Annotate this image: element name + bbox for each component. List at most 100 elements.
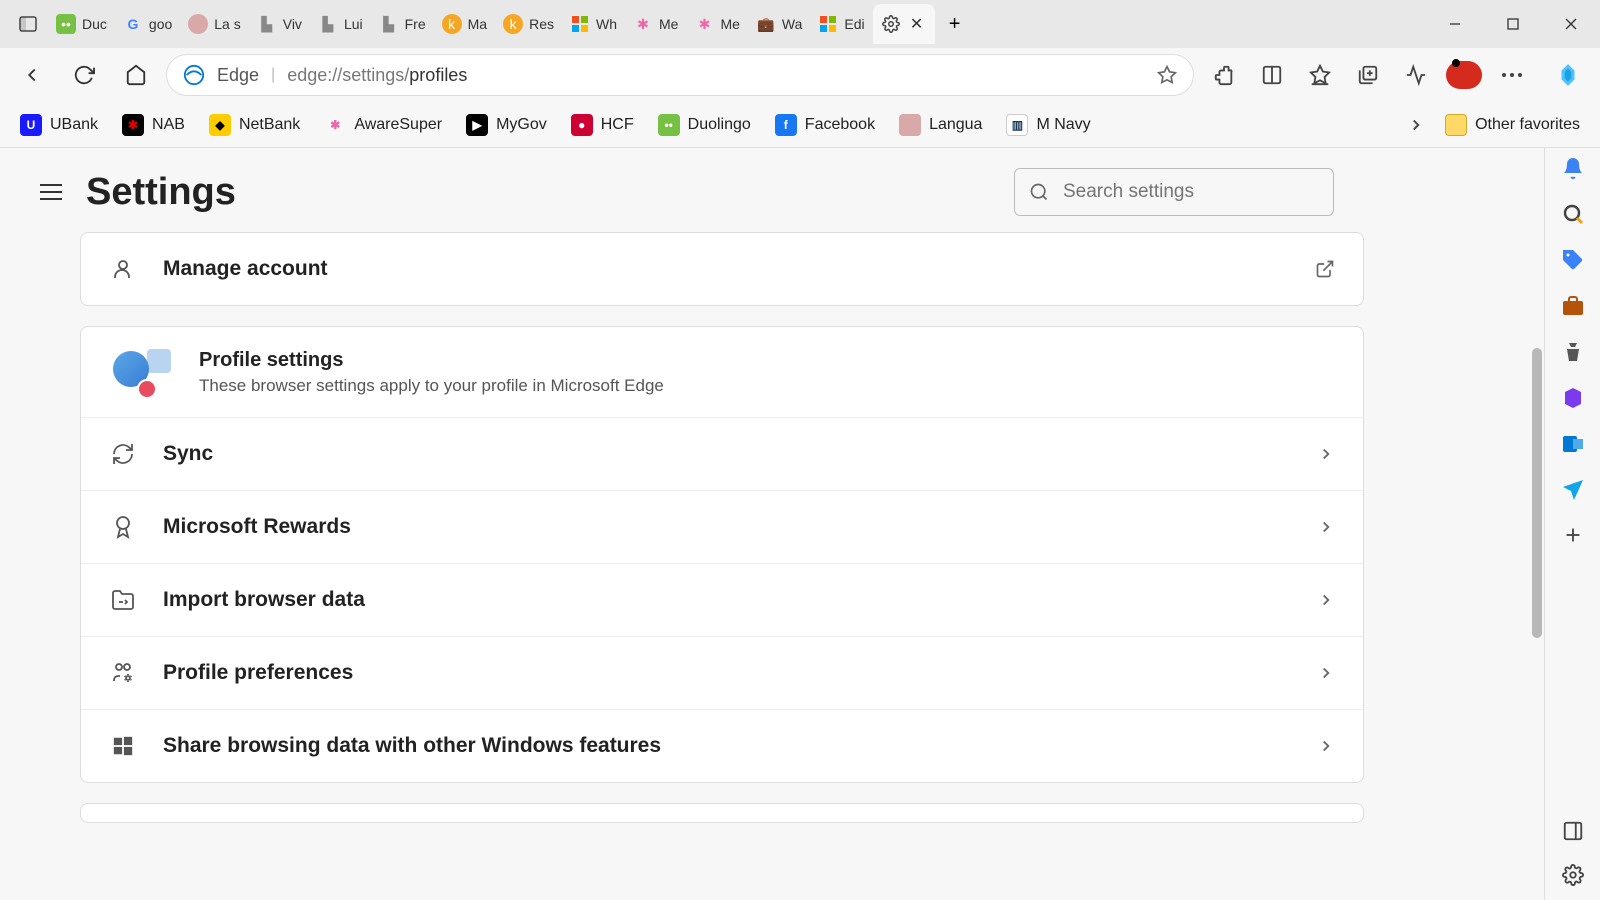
page-title: Settings: [86, 171, 236, 214]
tab-strip: ••Duc Ggoo La s ▙Viv ▙Lui ▙Fre kMa kRes …: [0, 0, 1600, 48]
search-sidebar-icon[interactable]: [1561, 202, 1585, 226]
favorite-item[interactable]: ●HCF: [561, 108, 644, 142]
new-tab-button[interactable]: +: [935, 4, 975, 44]
tab-active[interactable]: ✕: [873, 4, 935, 44]
tab[interactable]: kRes: [495, 4, 562, 44]
chevron-right-icon: [1317, 664, 1335, 682]
refresh-button[interactable]: [62, 53, 106, 97]
back-button[interactable]: [10, 53, 54, 97]
copilot-button[interactable]: [1546, 53, 1590, 97]
sync-row[interactable]: Sync: [81, 418, 1363, 491]
performance-button[interactable]: [1394, 53, 1438, 97]
scrollbar-thumb[interactable]: [1532, 348, 1542, 638]
favorite-item[interactable]: UUBank: [10, 108, 108, 142]
chevron-right-icon: [1317, 445, 1335, 463]
tab[interactable]: ••Duc: [48, 4, 115, 44]
favorites-overflow-button[interactable]: [1407, 116, 1425, 134]
rewards-icon: [109, 513, 137, 541]
edge-sidebar: [1544, 148, 1600, 900]
profile-settings-card: Profile settings These browser settings …: [80, 326, 1364, 783]
tab[interactable]: ✱Me: [625, 4, 686, 44]
person-icon: [109, 255, 137, 283]
tab[interactable]: ▙Viv: [249, 4, 310, 44]
tab[interactable]: kMa: [434, 4, 495, 44]
favorite-item[interactable]: Langua: [889, 108, 992, 142]
tab-label: goo: [149, 16, 172, 32]
close-window-button[interactable]: [1542, 0, 1600, 48]
tab-label: Viv: [283, 16, 302, 32]
section-description: These browser settings apply to your pro…: [199, 376, 664, 396]
tab-label: Edi: [844, 16, 864, 32]
rewards-row[interactable]: Microsoft Rewards: [81, 491, 1363, 564]
tab[interactable]: ✱Me: [686, 4, 747, 44]
search-input[interactable]: [1063, 181, 1319, 203]
search-icon: [1029, 182, 1049, 202]
address-bar[interactable]: Edge | edge://settings/profiles: [166, 54, 1194, 96]
briefcase-icon[interactable]: [1561, 294, 1585, 318]
favorite-item[interactable]: ▶MyGov: [456, 108, 557, 142]
tab[interactable]: ▙Fre: [371, 4, 434, 44]
split-screen-button[interactable]: [1250, 53, 1294, 97]
tab-label: Me: [659, 16, 678, 32]
search-box[interactable]: [1014, 168, 1334, 216]
tab-label: Lui: [344, 16, 363, 32]
sync-icon: [109, 440, 137, 468]
address-prefix: Edge: [217, 65, 259, 86]
sidebar-settings-icon[interactable]: [1562, 864, 1584, 886]
menu-button[interactable]: [1490, 53, 1534, 97]
tab[interactable]: Wh: [562, 4, 625, 44]
external-link-icon: [1315, 259, 1335, 279]
row-label: Microsoft Rewards: [163, 515, 1291, 539]
office-icon[interactable]: [1561, 386, 1585, 410]
maximize-button[interactable]: [1484, 0, 1542, 48]
share-data-row[interactable]: Share browsing data with other Windows f…: [81, 710, 1363, 782]
tab[interactable]: 💼Wa: [748, 4, 810, 44]
favorite-item[interactable]: ✱NAB: [112, 108, 195, 142]
preferences-icon: [109, 659, 137, 687]
tab-label: La s: [214, 16, 240, 32]
home-button[interactable]: [114, 53, 158, 97]
edge-logo-icon: [183, 64, 205, 86]
minimize-button[interactable]: [1426, 0, 1484, 48]
sidebar-toggle-icon[interactable]: [1562, 820, 1584, 842]
tab-label: Duc: [82, 16, 107, 32]
favorite-item[interactable]: ▥M Navy: [996, 108, 1100, 142]
gear-icon: [881, 14, 901, 34]
address-url: edge://settings/profiles: [287, 65, 467, 86]
favorite-item[interactable]: ✱AwareSuper: [314, 108, 452, 142]
shopping-tag-icon[interactable]: [1561, 248, 1585, 272]
tab[interactable]: Edi: [810, 4, 872, 44]
toolbar: Edge | edge://settings/profiles: [0, 48, 1600, 102]
bell-icon[interactable]: [1561, 156, 1585, 180]
import-row[interactable]: Import browser data: [81, 564, 1363, 637]
favorite-item[interactable]: ••Duolingo: [648, 108, 761, 142]
preferences-row[interactable]: Profile preferences: [81, 637, 1363, 710]
add-sidebar-icon[interactable]: [1562, 524, 1584, 546]
profile-avatar[interactable]: [1442, 53, 1486, 97]
drop-icon[interactable]: [1561, 478, 1585, 502]
chevron-right-icon: [1317, 737, 1335, 755]
collections-button[interactable]: [1346, 53, 1390, 97]
row-label: Share browsing data with other Windows f…: [163, 734, 1291, 758]
tab-actions-button[interactable]: [8, 4, 48, 44]
tab[interactable]: La s: [180, 4, 248, 44]
tab[interactable]: ▙Lui: [310, 4, 371, 44]
tab-label: Wh: [596, 16, 617, 32]
row-label: Manage account: [163, 257, 1289, 281]
hamburger-menu-button[interactable]: [40, 184, 62, 200]
games-icon[interactable]: [1561, 340, 1585, 364]
favorite-star-icon[interactable]: [1157, 65, 1177, 85]
row-label: Sync: [163, 442, 1291, 466]
profile-settings-icon: [109, 347, 179, 397]
tab[interactable]: Ggoo: [115, 4, 180, 44]
favorites-button[interactable]: [1298, 53, 1342, 97]
chevron-right-icon: [1317, 591, 1335, 609]
other-favorites-button[interactable]: Other favorites: [1435, 108, 1590, 142]
tab-label: Ma: [468, 16, 487, 32]
extensions-button[interactable]: [1202, 53, 1246, 97]
favorite-item[interactable]: ◆NetBank: [199, 108, 310, 142]
tab-close-button[interactable]: ✕: [907, 14, 927, 34]
outlook-icon[interactable]: [1561, 432, 1585, 456]
manage-account-row[interactable]: Manage account: [81, 233, 1363, 305]
favorite-item[interactable]: fFacebook: [765, 108, 885, 142]
